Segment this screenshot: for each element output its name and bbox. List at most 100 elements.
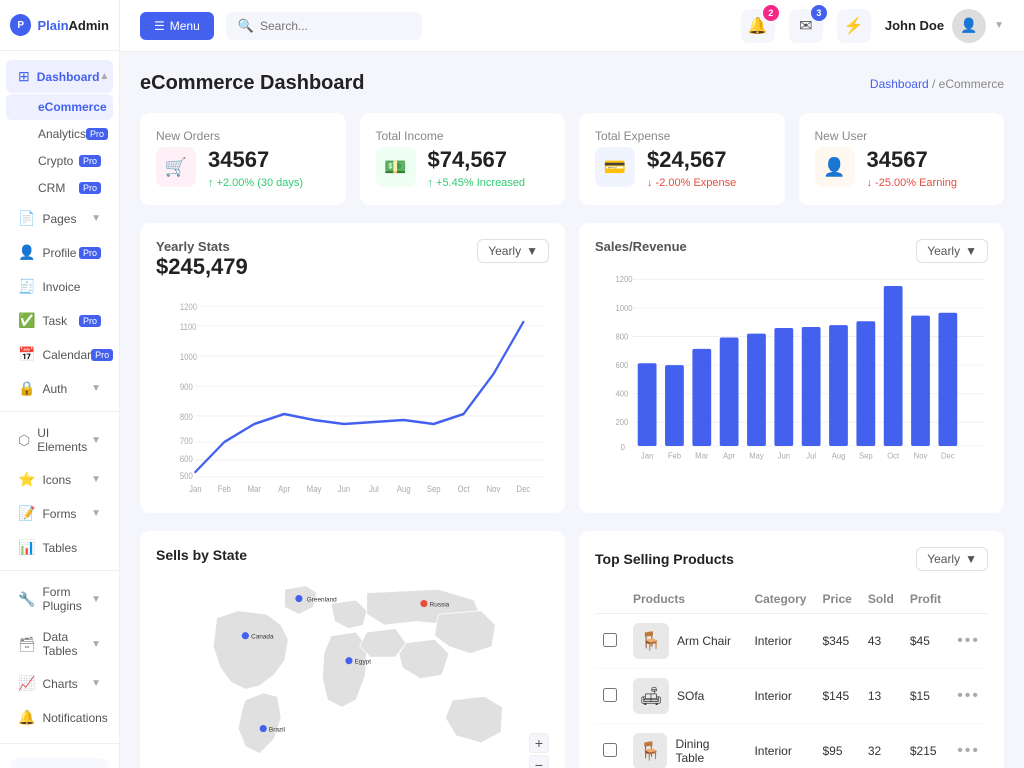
sidebar-item-forms[interactable]: 📝 Forms ▼ bbox=[6, 497, 113, 530]
sidebar-item-profile[interactable]: 👤 Profile Pro bbox=[6, 236, 113, 269]
svg-text:1000: 1000 bbox=[616, 304, 634, 313]
breadcrumb-current: eCommerce bbox=[939, 77, 1004, 91]
breadcrumb: Dashboard / eCommerce bbox=[870, 77, 1004, 91]
sidebar-item-pages[interactable]: 📄 Pages ▼ bbox=[6, 202, 113, 235]
stat-expense-value: $24,567 bbox=[647, 147, 736, 173]
sidebar-item-notifications[interactable]: 🔔 Notifications bbox=[6, 701, 113, 734]
user-name: John Doe bbox=[885, 18, 944, 33]
sidebar-nav: ⊞ Dashboard ▲ eCommerce Analytics Pro Cr… bbox=[0, 51, 119, 743]
sidebar-item-auth[interactable]: 🔒 Auth ▼ bbox=[6, 372, 113, 405]
row-checkbox-0[interactable] bbox=[603, 633, 617, 647]
stat-orders-value: 34567 bbox=[208, 147, 303, 173]
row-more-button-0[interactable]: ••• bbox=[957, 632, 980, 650]
logo[interactable]: P PlainAdmin bbox=[0, 0, 119, 51]
svg-text:Sep: Sep bbox=[859, 451, 873, 460]
stat-card-expense: Total Expense 💳 $24,567 ↓ -2.00% Expense bbox=[579, 113, 785, 205]
product-category-1: Interior bbox=[746, 669, 814, 724]
svg-text:Apr: Apr bbox=[278, 484, 290, 495]
sidebar-item-icons[interactable]: ⭐ Icons ▼ bbox=[6, 463, 113, 496]
svg-text:Mar: Mar bbox=[248, 484, 261, 495]
col-profit: Profit bbox=[902, 585, 949, 614]
user-dropdown-arrow: ▼ bbox=[994, 20, 1004, 31]
task-icon: ✅ bbox=[18, 312, 35, 329]
svg-text:Dec: Dec bbox=[941, 451, 955, 460]
sidebar-item-dashboard[interactable]: ⊞ Dashboard ▲ bbox=[6, 60, 113, 93]
menu-button[interactable]: ☰ Menu bbox=[140, 12, 214, 40]
yearly-stats-card: Yearly Stats $245,479 Yearly ▼ 1200 1100… bbox=[140, 223, 565, 513]
sales-filter-chevron-icon: ▼ bbox=[965, 244, 977, 258]
sidebar-item-form-plugins[interactable]: 🔧 Form Plugins ▼ bbox=[6, 577, 113, 621]
world-map: Greenland Russia Canada Egypt Brazil bbox=[156, 575, 549, 768]
breadcrumb-root[interactable]: Dashboard bbox=[870, 77, 929, 91]
filter-button[interactable]: ⚡ bbox=[837, 9, 871, 43]
calendar-badge: Pro bbox=[91, 349, 113, 361]
sidebar-item-tables[interactable]: 📊 Tables bbox=[6, 531, 113, 564]
crypto-badge: Pro bbox=[79, 155, 101, 167]
sidebar-item-calendar[interactable]: 📅 Calendar Pro bbox=[6, 338, 113, 371]
stat-income-change: ↑ +5.45% Increased bbox=[428, 177, 526, 189]
zoom-out-button[interactable]: − bbox=[529, 755, 549, 768]
row-more-button-2[interactable]: ••• bbox=[957, 742, 980, 760]
ui-elements-icon: ⬡ bbox=[18, 432, 30, 449]
product-profit-1: $15 bbox=[902, 669, 949, 724]
product-thumb-2: 🪑 bbox=[633, 733, 667, 768]
sidebar-item-task[interactable]: ✅ Task Pro bbox=[6, 304, 113, 337]
svg-text:Jul: Jul bbox=[806, 451, 816, 460]
yearly-stats-title: Yearly Stats bbox=[156, 239, 248, 254]
sidebar-item-ecommerce[interactable]: eCommerce bbox=[6, 94, 113, 120]
table-row: 🪑 Arm Chair Interior $345 43 $45 ••• bbox=[595, 614, 988, 669]
svg-text:1100: 1100 bbox=[180, 322, 197, 333]
sales-revenue-filter[interactable]: Yearly ▼ bbox=[916, 239, 988, 263]
svg-text:900: 900 bbox=[180, 382, 193, 393]
sidebar-item-crypto[interactable]: Crypto Pro bbox=[6, 148, 113, 174]
row-checkbox-1[interactable] bbox=[603, 688, 617, 702]
pages-arrow: ▼ bbox=[91, 213, 101, 224]
stat-income-label: Total Income bbox=[376, 129, 550, 143]
user-info[interactable]: John Doe 👤 ▼ bbox=[885, 9, 1004, 43]
crm-badge: Pro bbox=[79, 182, 101, 194]
product-category-0: Interior bbox=[746, 614, 814, 669]
sidebar-footer: PlainAdmin Pro Get All Dashboards and 30… bbox=[0, 743, 119, 768]
yearly-stats-filter[interactable]: Yearly ▼ bbox=[477, 239, 549, 263]
nav-divider-1 bbox=[0, 411, 119, 412]
table-row: 🪑 Dining Table Interior $95 32 $215 ••• bbox=[595, 724, 988, 768]
form-plugins-icon: 🔧 bbox=[18, 591, 35, 608]
svg-text:Feb: Feb bbox=[218, 484, 232, 495]
svg-text:1200: 1200 bbox=[180, 302, 197, 313]
top-selling-title: Top Selling Products bbox=[595, 551, 734, 567]
dashboard-arrow: ▲ bbox=[99, 71, 109, 82]
sidebar-item-charts[interactable]: 📈 Charts ▼ bbox=[6, 667, 113, 700]
messages-button[interactable]: ✉ 3 bbox=[789, 9, 823, 43]
svg-text:400: 400 bbox=[616, 390, 629, 399]
notifications-bell-button[interactable]: 🔔 2 bbox=[741, 9, 775, 43]
sidebar-item-ui-elements[interactable]: ⬡ UI Elements ▼ bbox=[6, 418, 113, 462]
product-category-2: Interior bbox=[746, 724, 814, 768]
product-thumb-0: 🪑 bbox=[633, 623, 669, 659]
svg-text:Jan: Jan bbox=[641, 451, 653, 460]
zoom-in-button[interactable]: + bbox=[529, 733, 549, 753]
svg-text:0: 0 bbox=[621, 443, 626, 452]
icons-arrow: ▼ bbox=[91, 474, 101, 485]
sales-revenue-title: Sales/Revenue bbox=[595, 239, 687, 254]
search-input[interactable] bbox=[260, 19, 410, 33]
row-more-button-1[interactable]: ••• bbox=[957, 687, 980, 705]
stat-card-users: New User 👤 34567 ↓ -25.00% Earning bbox=[799, 113, 1005, 205]
svg-text:Feb: Feb bbox=[668, 451, 682, 460]
sidebar-item-crm[interactable]: CRM Pro bbox=[6, 175, 113, 201]
stat-orders-label: New Orders bbox=[156, 129, 330, 143]
auth-icon: 🔒 bbox=[18, 380, 35, 397]
row-checkbox-2[interactable] bbox=[603, 743, 617, 757]
product-sold-2: 32 bbox=[860, 724, 902, 768]
product-profit-0: $45 bbox=[902, 614, 949, 669]
svg-text:Dec: Dec bbox=[517, 484, 531, 495]
col-products: Products bbox=[625, 585, 746, 614]
bell-badge: 2 bbox=[763, 5, 779, 21]
page-content: eCommerce Dashboard Dashboard / eCommerc… bbox=[120, 52, 1024, 768]
top-selling-filter[interactable]: Yearly ▼ bbox=[916, 547, 988, 571]
product-profit-2: $215 bbox=[902, 724, 949, 768]
sidebar-item-invoice[interactable]: 🧾 Invoice bbox=[6, 270, 113, 303]
data-tables-icon: 🗃 bbox=[18, 636, 36, 653]
sidebar-item-analytics[interactable]: Analytics Pro bbox=[6, 121, 113, 147]
product-price-0: $345 bbox=[814, 614, 859, 669]
sidebar-item-data-tables[interactable]: 🗃 Data Tables ▼ bbox=[6, 622, 113, 666]
